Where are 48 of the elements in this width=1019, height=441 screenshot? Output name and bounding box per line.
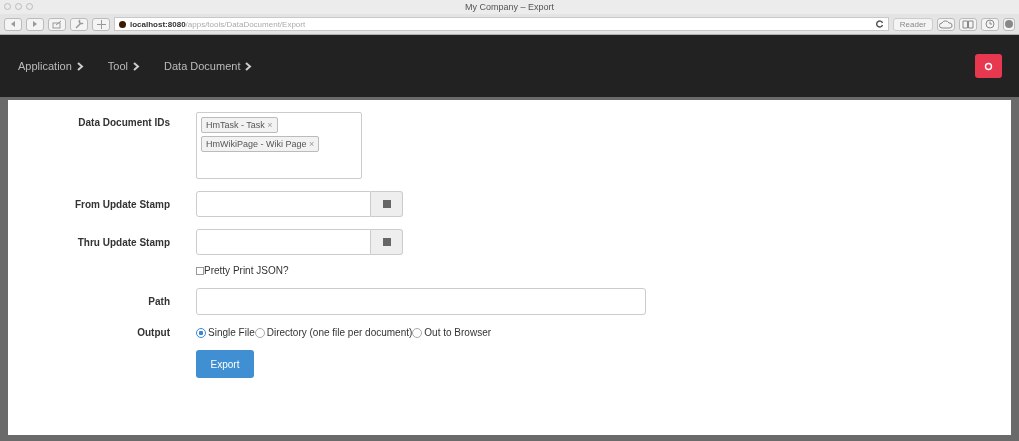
date-input-field[interactable] <box>196 191 371 217</box>
power-icon <box>984 61 993 71</box>
forward-button[interactable] <box>26 17 44 31</box>
breadcrumb-link[interactable]: Tool <box>107 60 140 72</box>
chevron-right-icon <box>133 61 140 71</box>
field-label: Path <box>147 296 171 307</box>
selected-tag[interactable]: HmWikiPage - Wiki Page × <box>201 136 320 152</box>
field-label: Thru Update Stamp <box>76 236 171 248</box>
add-tab-button[interactable] <box>92 17 110 31</box>
tag-input-field[interactable]: HmTask - Task × HmWikiPage - Wiki Page × <box>196 112 362 179</box>
calendar-icon <box>382 238 391 246</box>
radio-label: Single File <box>208 327 255 338</box>
reader-button[interactable]: Reader <box>892 17 933 31</box>
radio-label: Directory (one file per document) <box>266 327 413 338</box>
breadcrumb-link[interactable]: Data Document <box>164 60 253 72</box>
calendar-button[interactable] <box>371 229 403 255</box>
breadcrumb-link[interactable]: Application <box>18 60 84 72</box>
calendar-icon <box>382 200 391 208</box>
chevron-right-icon <box>245 61 253 71</box>
chevron-right-icon <box>76 61 84 71</box>
power-button[interactable] <box>975 54 1002 78</box>
reload-icon[interactable] <box>875 20 884 28</box>
site-icon <box>119 20 126 28</box>
checkbox[interactable] <box>196 266 204 275</box>
bookmarks-button[interactable] <box>959 17 977 31</box>
checkbox-label: Pretty Print JSON? <box>204 265 289 276</box>
back-button[interactable] <box>4 17 22 31</box>
field-label: Output <box>136 327 171 338</box>
window-title: My Company – Export <box>464 2 554 12</box>
download-button[interactable] <box>1003 17 1015 31</box>
address-field[interactable]: localhost:8080/apps/tools/DataDocument/Export <box>114 17 889 31</box>
share-button[interactable] <box>48 17 66 31</box>
selected-tag[interactable]: HmTask - Task × <box>201 117 278 133</box>
path-input-field[interactable] <box>196 288 646 315</box>
history-button[interactable] <box>981 17 999 31</box>
field-label: Data Document IDs <box>77 116 171 128</box>
radio-button[interactable] <box>412 327 423 338</box>
cloud-button[interactable] <box>937 17 955 31</box>
wrench-button[interactable] <box>70 17 88 31</box>
back-arrow-icon <box>9 20 17 28</box>
radio-label: Out to Browser <box>424 327 492 338</box>
field-label: From Update Stamp <box>74 198 171 210</box>
url-text: localhost:8080/apps/tools/DataDocument/Export <box>130 19 306 29</box>
calendar-button[interactable] <box>371 191 403 217</box>
forward-arrow-icon <box>31 20 39 28</box>
radio-button[interactable] <box>254 327 265 338</box>
radio-button[interactable] <box>196 327 206 338</box>
date-input-field[interactable] <box>196 229 371 255</box>
